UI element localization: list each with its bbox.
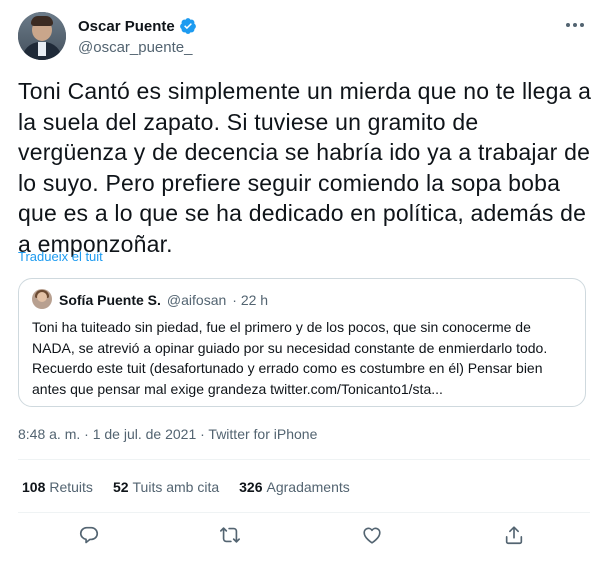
divider [18,512,590,513]
verified-badge-icon [179,18,196,34]
retweets-stat[interactable]: 108 Retuits [22,479,93,495]
likes-stat[interactable]: 326 Agradaments [239,479,350,495]
more-dots-icon[interactable] [566,18,588,32]
retweets-label: Retuits [49,479,93,495]
retweets-count: 108 [22,479,46,495]
quoted-time: · 22 h [232,292,269,308]
quoted-name: Sofía Puente S. [59,292,161,308]
quoted-header: Sofía Puente S. @aifosan · 22 h [59,292,268,308]
likes-count: 326 [239,479,263,495]
quotes-count: 52 [112,479,129,495]
quoted-text: Toni ha tuiteado sin piedad, fue el prim… [32,319,548,397]
author-name[interactable]: Oscar Puente [78,18,175,35]
divider [18,459,590,460]
tweet-text: Toni Cantó es simplemente un mierda que … [18,78,592,257]
quoted-tweet[interactable]: Sofía Puente S. @aifosan · 22 h Toni ha … [18,278,586,407]
quotes-label: Tuits amb cita [132,479,220,495]
likes-label: Agradaments [266,479,350,495]
tweet-meta: 8:48 a. m. · 1 de jul. de 2021 · Twitter… [18,426,318,442]
reply-icon[interactable] [78,524,102,548]
quotes-stat[interactable]: 52 Tuits amb cita [113,479,219,495]
retweet-icon[interactable] [219,524,243,548]
tweet-detail: Oscar Puente @oscar_puente_ Toni Cantó e… [0,0,608,562]
engagement-stats: 108 Retuits 52 Tuits amb cita 326 Agradamen… [22,479,370,495]
heart-icon[interactable] [361,524,385,548]
author-handle[interactable]: @oscar_puente_ [78,39,197,56]
quoted-avatar [32,289,52,309]
translate-link[interactable]: Tradueix el tuit [18,249,103,264]
quoted-handle: @aifosan [166,292,227,308]
action-bar [0,522,608,552]
author-avatar[interactable] [18,12,66,60]
share-icon[interactable] [503,524,527,548]
author-info: Oscar Puente @oscar_puente_ [78,16,197,56]
